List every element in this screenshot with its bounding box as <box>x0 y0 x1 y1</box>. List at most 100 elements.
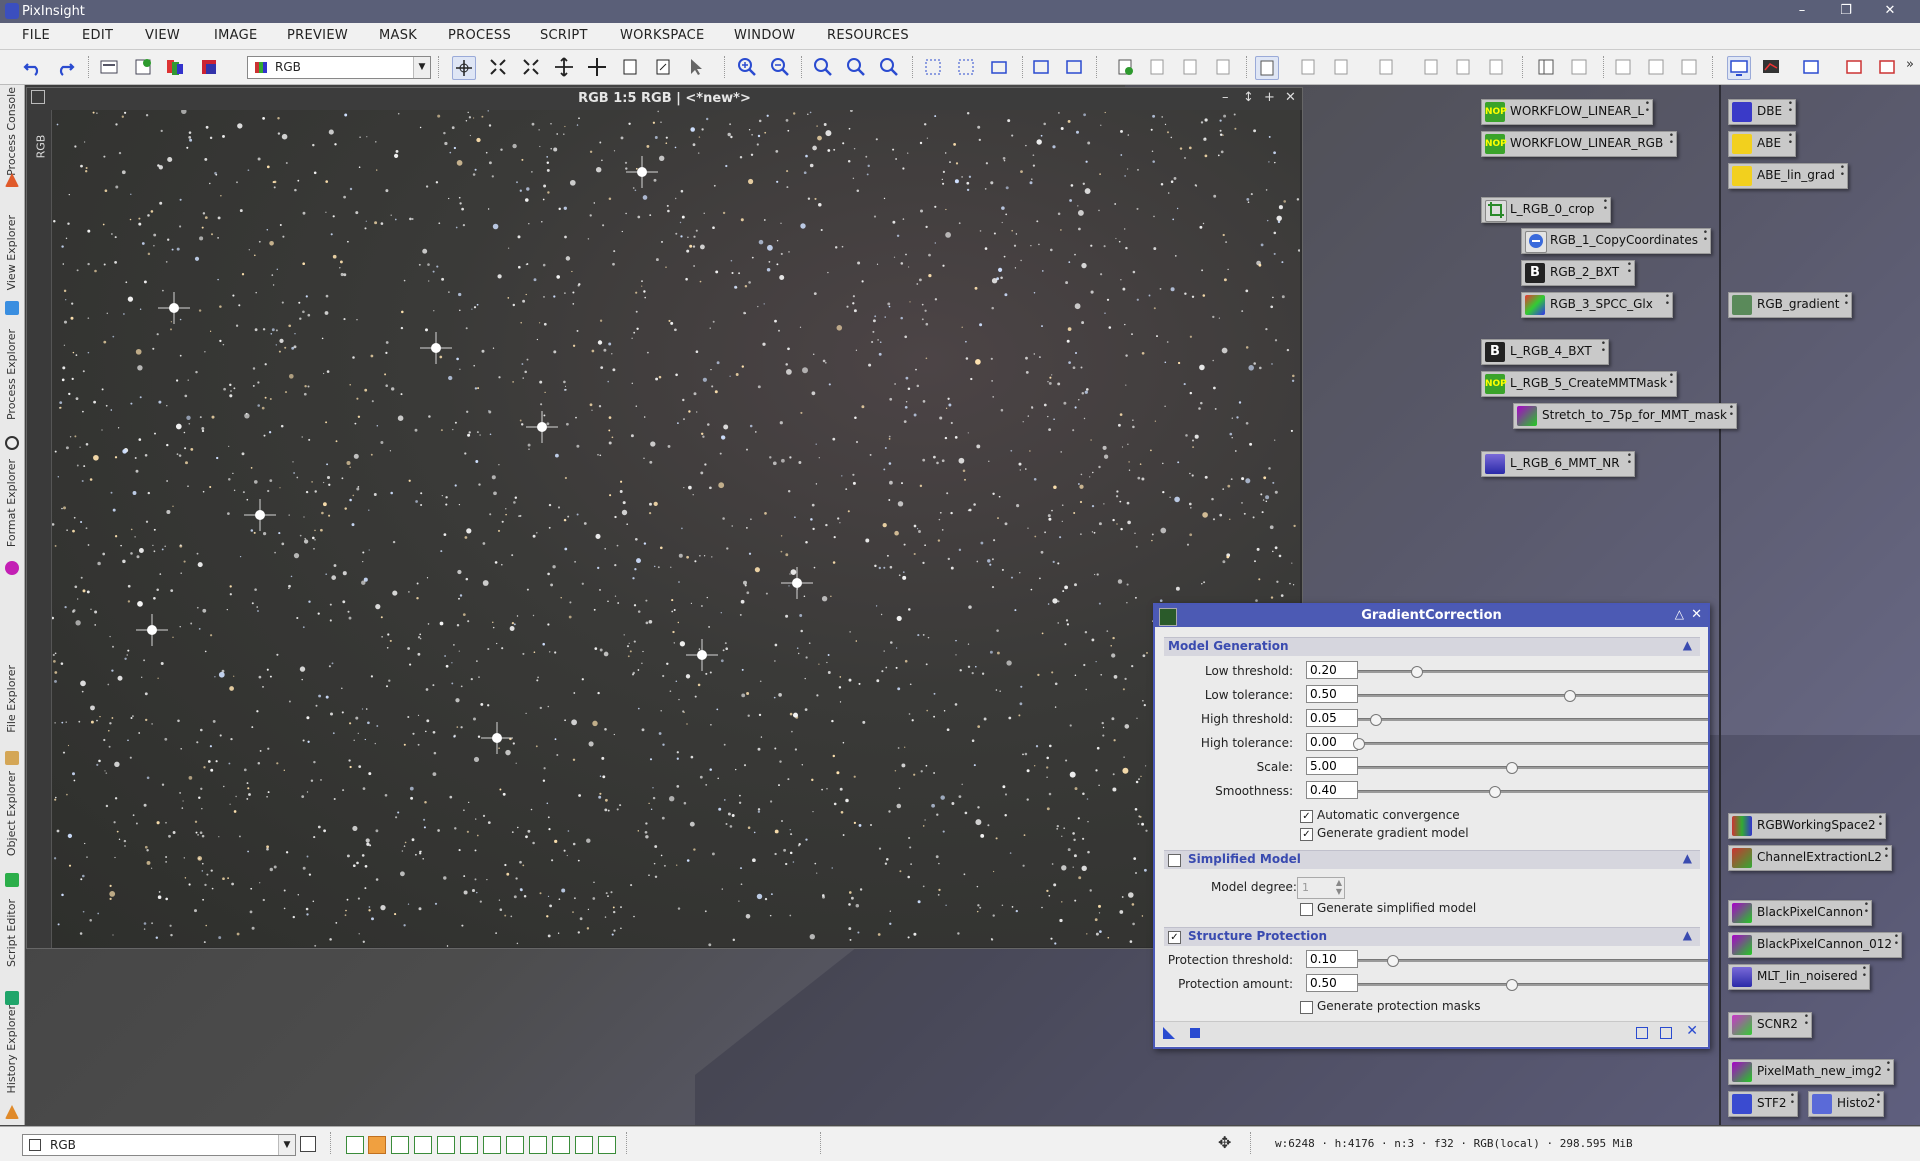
preview-mode-box[interactable] <box>346 1136 364 1154</box>
simplified-model-section[interactable]: Simplified Model ▲ <box>1164 850 1700 869</box>
preview-icon-1[interactable] <box>1297 56 1319 78</box>
process-icon[interactable]: ABE • • <box>1728 131 1796 157</box>
window-menu-icon[interactable] <box>31 90 45 104</box>
simplified-model-checkbox[interactable] <box>1168 854 1181 867</box>
spin-arrows-icon[interactable]: ▲ ▼ <box>1336 878 1342 896</box>
structure-protection-section[interactable]: ✓ Structure Protection ▲ <box>1164 927 1700 946</box>
close-window-button[interactable]: ✕ <box>1870 1 1910 21</box>
process-icon[interactable]: L_RGB_0_crop • • <box>1481 197 1611 223</box>
undo-icon[interactable] <box>22 56 44 78</box>
process-icon[interactable]: SCNR2 • • <box>1728 1012 1812 1038</box>
zoom-in-icon[interactable] <box>736 56 758 78</box>
menu-image[interactable]: IMAGE <box>214 28 258 43</box>
param-value-input[interactable] <box>1306 781 1358 799</box>
preview-icon-6[interactable] <box>1485 56 1507 78</box>
process-icon[interactable]: B RGB_2_BXT • • <box>1521 260 1635 286</box>
param-slider[interactable] <box>1358 714 1708 726</box>
param-value-input[interactable] <box>1306 685 1358 703</box>
menu-edit[interactable]: EDIT <box>82 28 113 43</box>
process-icon[interactable]: ABE_lin_grad • • <box>1728 163 1848 189</box>
collapse-icon[interactable]: ▲ <box>1683 638 1692 652</box>
new-image-icon[interactable] <box>132 56 154 78</box>
zoom-in-mode-icon[interactable] <box>520 56 542 78</box>
process-icon[interactable]: NOP WORKFLOW_LINEAR_RGB • • <box>1481 131 1677 157</box>
fit-window-icon[interactable] <box>955 56 977 78</box>
maximize-icon[interactable]: + <box>1264 90 1275 105</box>
param-slider[interactable] <box>1353 738 1708 750</box>
slider-knob[interactable] <box>1387 955 1399 967</box>
model-generation-section[interactable]: Model Generation ▲ <box>1164 637 1700 656</box>
stf-icon[interactable] <box>1760 56 1782 78</box>
process-icon[interactable]: STF2 • • <box>1728 1091 1798 1117</box>
dialog-shade-icon[interactable]: △ <box>1675 607 1684 621</box>
collapse-icon[interactable]: ▲ <box>1683 928 1692 942</box>
shade-icon[interactable]: ↕ <box>1243 90 1254 105</box>
process-icon[interactable]: Stretch_to_75p_for_MMT_mask • • <box>1513 403 1737 429</box>
resize-icon[interactable] <box>988 56 1010 78</box>
tab-script-editor[interactable]: Script Editor <box>0 899 24 1005</box>
new-preview-icon[interactable] <box>619 56 641 78</box>
mask-remove-icon[interactable] <box>1179 56 1201 78</box>
param-slider[interactable] <box>1358 955 1708 967</box>
minimize-icon[interactable]: – <box>1222 90 1229 105</box>
documentation-icon[interactable] <box>1660 1027 1672 1039</box>
slider-knob[interactable] <box>1506 762 1518 774</box>
menu-resources[interactable]: RESOURCES <box>827 28 909 43</box>
redo-icon[interactable] <box>54 56 76 78</box>
zoom-1-1-icon[interactable] <box>812 56 834 78</box>
edit-preview-icon[interactable] <box>652 56 674 78</box>
mask-invert-icon[interactable] <box>1212 56 1234 78</box>
zoom-1-2-icon[interactable] <box>845 56 867 78</box>
tab-object-explorer[interactable]: Object Explorer <box>0 771 24 889</box>
stf-close-icon[interactable] <box>1843 56 1865 78</box>
view-list-icon[interactable] <box>98 56 120 78</box>
view-selector[interactable]: RGB ▼ <box>247 56 431 79</box>
mask-new-icon[interactable] <box>1114 56 1136 78</box>
process-icon[interactable]: DBE • • <box>1728 99 1796 125</box>
param-slider[interactable] <box>1358 666 1708 678</box>
slider-knob[interactable] <box>1489 786 1501 798</box>
close-icon[interactable]: ✕ <box>1285 90 1296 105</box>
menu-file[interactable]: FILE <box>22 28 50 43</box>
param-slider[interactable] <box>1358 762 1708 774</box>
process-icon[interactable]: NOP WORKFLOW_LINEAR_L • • <box>1481 99 1653 125</box>
cascade-windows-icon[interactable] <box>1063 56 1085 78</box>
process-icon[interactable]: NOP L_RGB_5_CreateMMTMask • • <box>1481 371 1677 397</box>
menu-workspace[interactable]: WORKSPACE <box>620 28 705 43</box>
slider-knob[interactable] <box>1410 666 1423 678</box>
dialog-close-icon[interactable]: ✕ <box>1691 607 1702 622</box>
process-icon[interactable]: ChannelExtractionL2 • • <box>1728 845 1892 871</box>
readout-mode-icon[interactable] <box>452 56 476 80</box>
rgb-extract-icon[interactable] <box>198 56 220 78</box>
tile-windows-icon[interactable] <box>1030 56 1052 78</box>
select-arrow-icon[interactable] <box>685 56 707 78</box>
new-instance-icon[interactable] <box>1163 1027 1175 1039</box>
gradient-correction-dialog[interactable]: GradientCorrection △ ✕ Model Generation … <box>1153 603 1710 1049</box>
zoom-fit-icon[interactable] <box>487 56 509 78</box>
zoom-out-icon[interactable] <box>769 56 791 78</box>
process-icon[interactable]: RGBWorkingSpace2 • • <box>1728 813 1886 839</box>
restore-button[interactable]: ❐ <box>1826 1 1866 21</box>
process-icon[interactable]: RGB_gradient • • <box>1728 292 1852 318</box>
menu-view[interactable]: VIEW <box>145 28 180 43</box>
tab-view-explorer[interactable]: View Explorer <box>0 215 24 315</box>
process-icon[interactable]: PixelMath_new_img2 • • <box>1728 1059 1894 1085</box>
process-icon[interactable]: BlackPixelCannon • • <box>1728 900 1872 926</box>
preview-mode-box[interactable] <box>437 1136 455 1154</box>
process-icon[interactable]: Histo2 • • <box>1808 1091 1884 1117</box>
slider-knob[interactable] <box>1506 979 1518 991</box>
panel-icon-5[interactable] <box>1678 56 1700 78</box>
preview-mode-box[interactable] <box>552 1136 570 1154</box>
menu-process[interactable]: PROCESS <box>448 28 511 43</box>
preview-icon-3[interactable] <box>1375 56 1397 78</box>
menu-script[interactable]: SCRIPT <box>540 28 588 43</box>
process-icon[interactable]: L_RGB_6_MMT_NR • • <box>1481 451 1635 477</box>
panel-icon-1[interactable] <box>1535 56 1557 78</box>
tab-process-console[interactable]: Process Console <box>0 87 24 193</box>
crosshair-icon[interactable]: ✥ <box>1218 1133 1231 1152</box>
collapse-icon[interactable]: ▲ <box>1683 851 1692 865</box>
tab-format-explorer[interactable]: Format Explorer <box>0 459 24 577</box>
link-view-icon[interactable] <box>300 1136 316 1152</box>
param-slider[interactable] <box>1358 786 1708 798</box>
preview-mode-box[interactable] <box>506 1136 524 1154</box>
